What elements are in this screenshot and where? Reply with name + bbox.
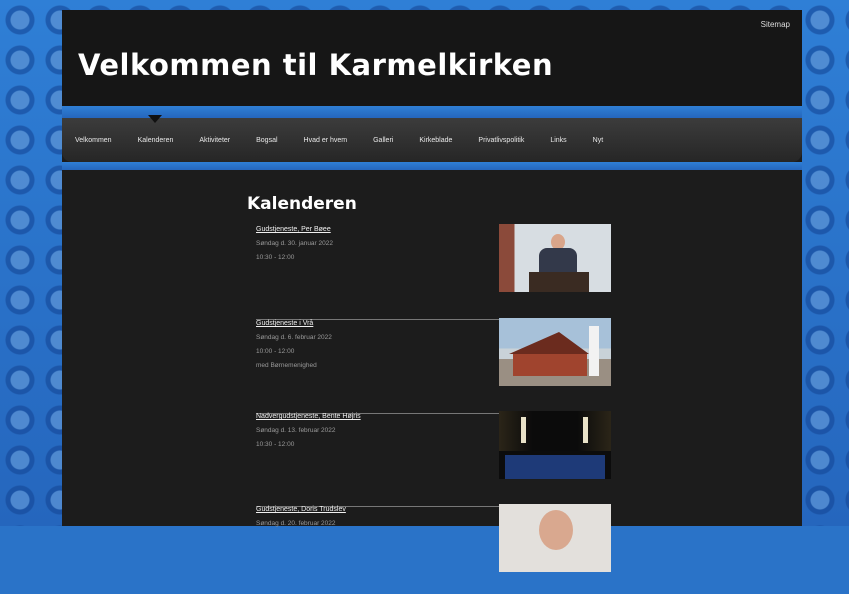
nav-item-bogsal[interactable]: Bogsal bbox=[243, 137, 290, 144]
nav-item-velkommen[interactable]: Velkommen bbox=[62, 137, 125, 144]
page-title: Kalenderen bbox=[247, 194, 357, 214]
nav-item-privatlivspolitik[interactable]: Privatlivspolitik bbox=[465, 137, 537, 144]
person-at-lectern-photo[interactable] bbox=[499, 224, 611, 292]
nav-item-kirkeblade[interactable]: Kirkeblade bbox=[406, 137, 465, 144]
main-nav: Velkommen Kalenderen Aktiviteter Bogsal … bbox=[62, 114, 802, 162]
calendar-event: Gudstjeneste, Per Bøee Søndag d. 30. jan… bbox=[256, 224, 611, 320]
nav-item-nyt[interactable]: Nyt bbox=[580, 137, 617, 144]
nav-item-links[interactable]: Links bbox=[537, 137, 579, 144]
church-building-photo[interactable] bbox=[499, 318, 611, 386]
header-divider bbox=[62, 106, 802, 118]
nav-item-hvad-er-hvem[interactable]: Hvad er hvem bbox=[291, 137, 361, 144]
altar-candles-photo[interactable] bbox=[499, 411, 611, 479]
site-header: Sitemap Velkommen til Karmelkirken bbox=[62, 10, 802, 106]
site-title: Velkommen til Karmelkirken bbox=[78, 48, 554, 82]
sitemap-link[interactable]: Sitemap bbox=[761, 20, 790, 29]
nav-item-galleri[interactable]: Galleri bbox=[360, 137, 406, 144]
person-portrait-photo[interactable] bbox=[499, 504, 611, 572]
calendar-event: Gudstjeneste, Doris Trudslev Søndag d. 2… bbox=[256, 504, 611, 594]
main-content: Kalenderen Gudstjeneste, Per Bøee Søndag… bbox=[62, 170, 802, 572]
site-frame: Sitemap Velkommen til Karmelkirken Velko… bbox=[62, 10, 802, 572]
calendar-event: Nadvergudstjeneste, Bente Højris Søndag … bbox=[256, 411, 611, 507]
calendar-event: Gudstjeneste i Vrå Søndag d. 6. februar … bbox=[256, 318, 611, 414]
nav-item-kalenderen[interactable]: Kalenderen bbox=[125, 114, 187, 144]
nav-divider bbox=[62, 162, 802, 170]
nav-item-aktiviteter[interactable]: Aktiviteter bbox=[186, 137, 243, 144]
